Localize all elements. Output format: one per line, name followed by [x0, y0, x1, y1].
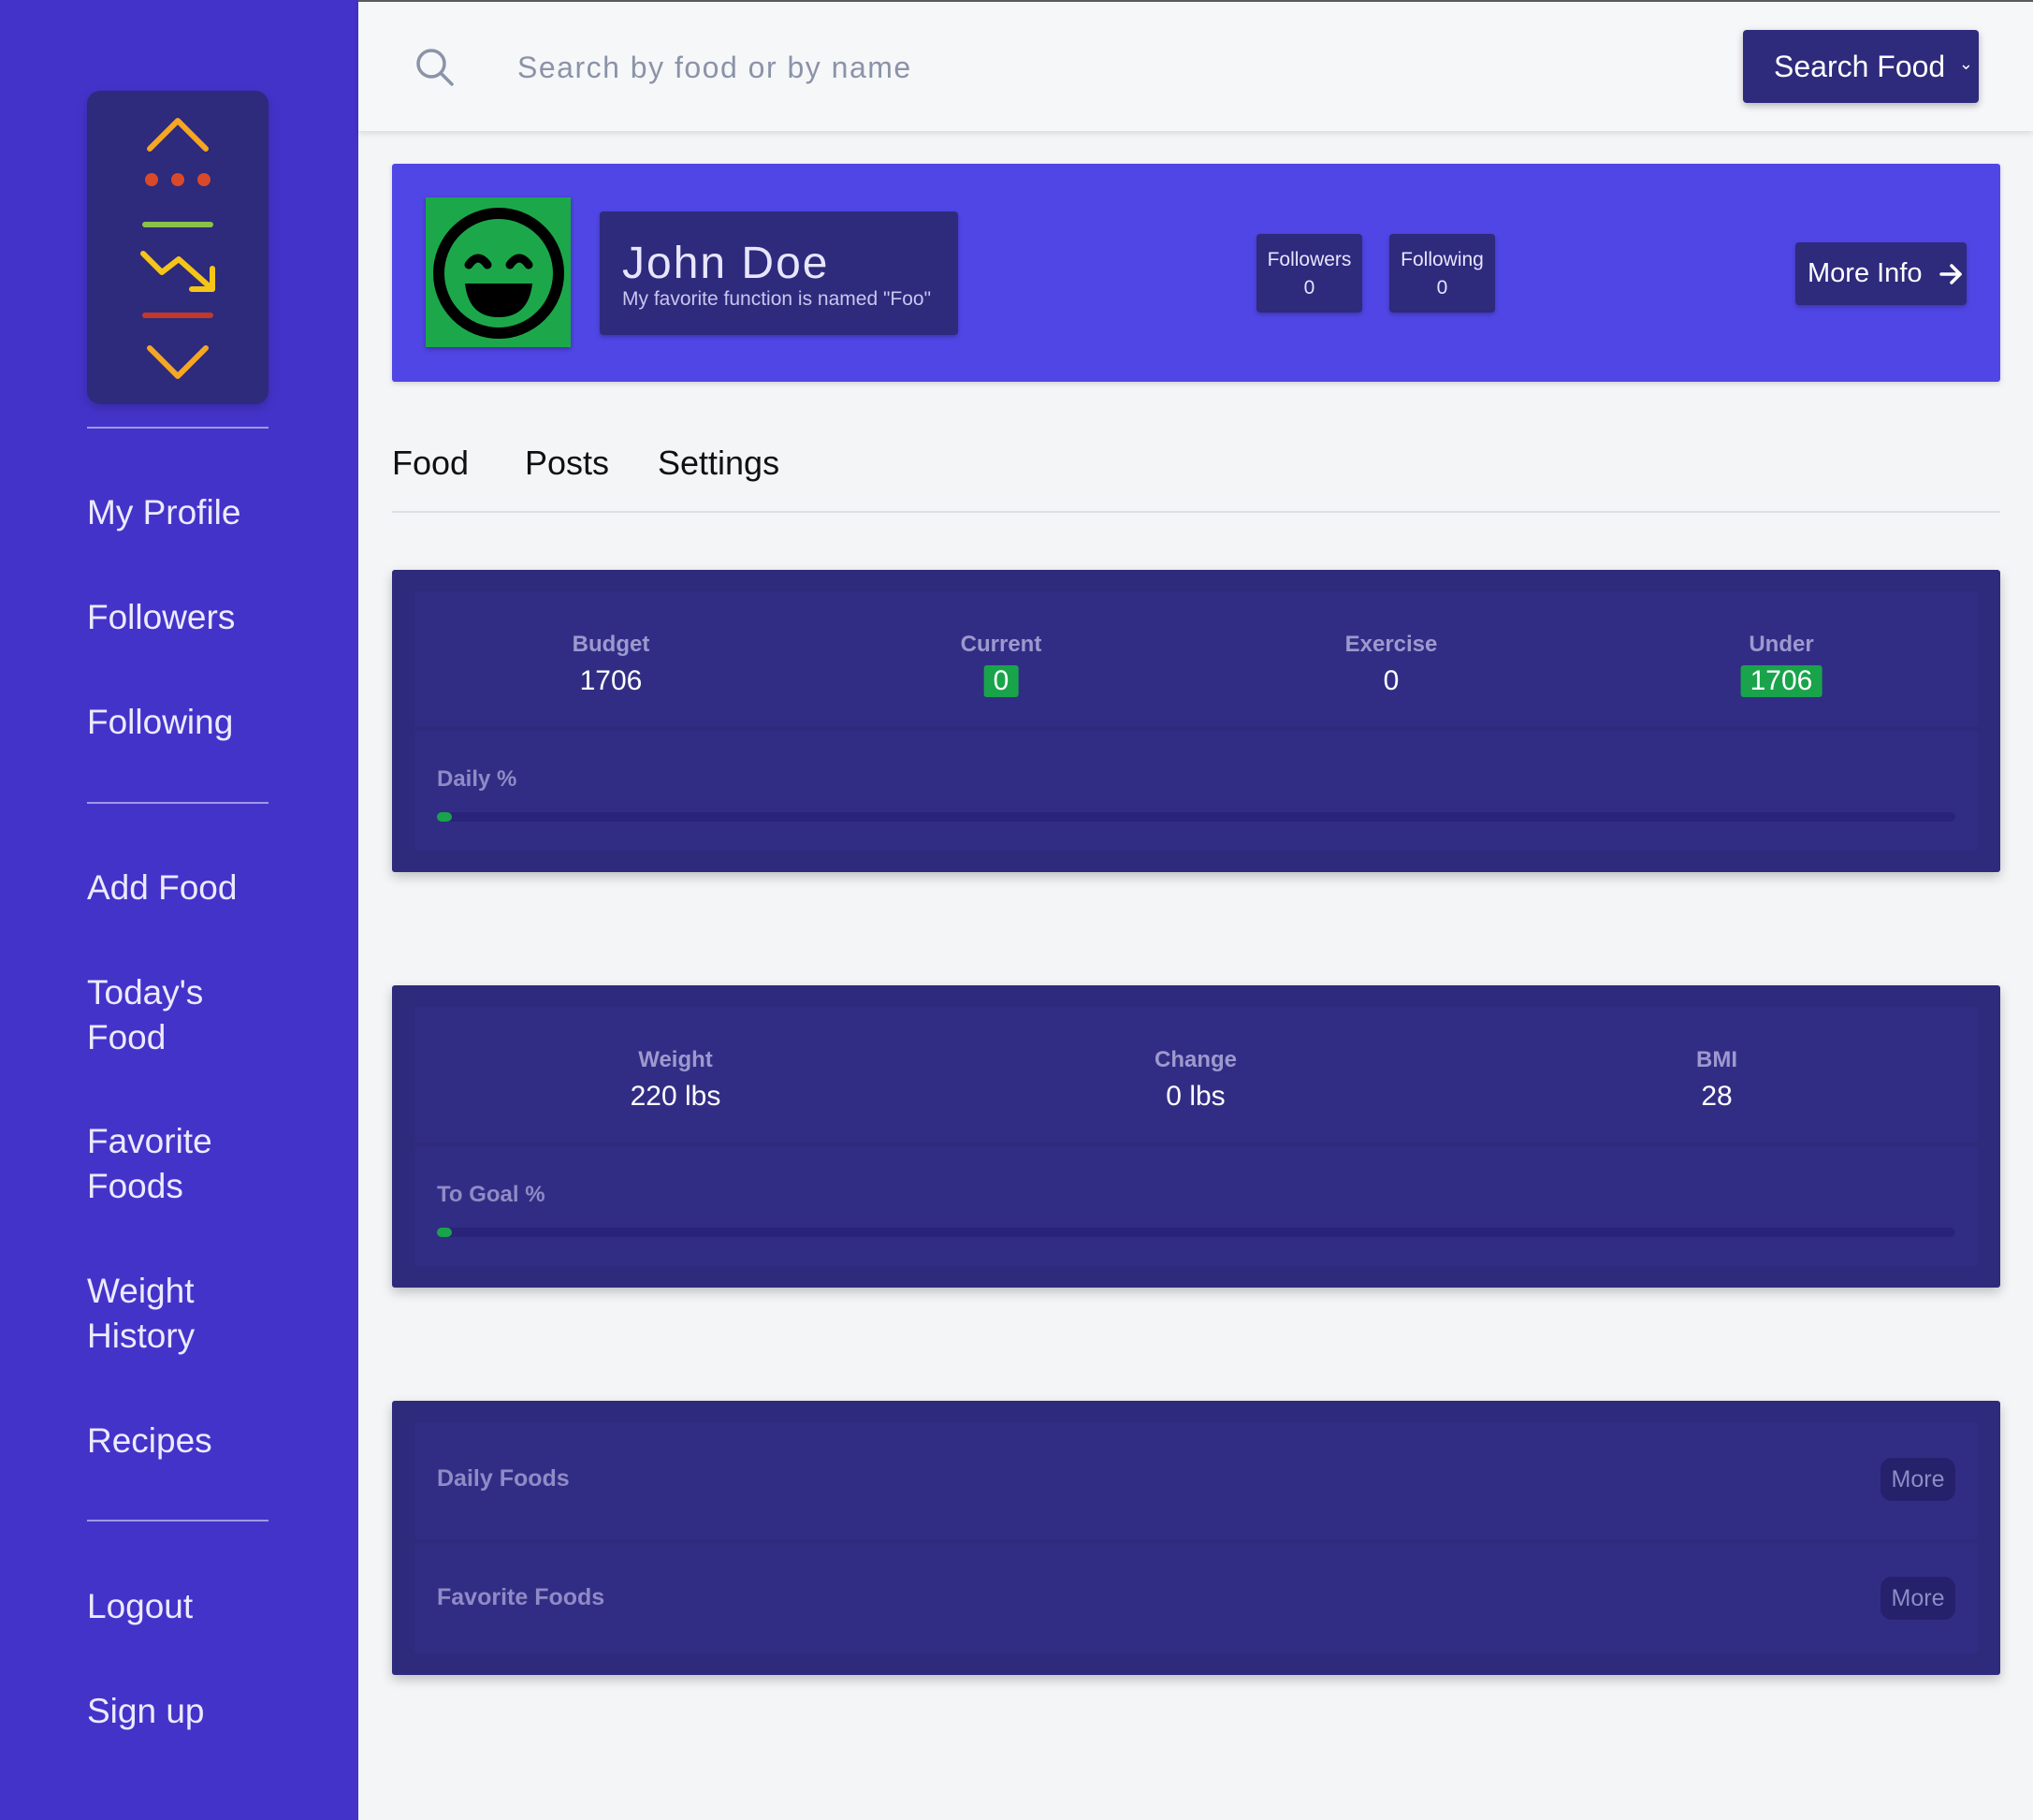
app-logo[interactable]	[87, 91, 269, 404]
followers-chip[interactable]: Followers 0	[1256, 234, 1362, 313]
tab-settings[interactable]: Settings	[658, 444, 779, 483]
favorite-foods-more-button[interactable]: More	[1881, 1577, 1955, 1620]
under-stat: Under 1706	[1740, 632, 1822, 697]
daily-progress-bar	[437, 812, 1955, 822]
exercise-label: Exercise	[1344, 632, 1438, 657]
daily-foods-more-button[interactable]: More	[1881, 1458, 1955, 1501]
profile-name: John Doe	[622, 239, 830, 288]
profile-name-card: John Doe My favorite function is named "…	[600, 211, 958, 335]
exercise-value: 0	[1383, 665, 1400, 696]
sidebar-item-logout[interactable]: Logout	[87, 1584, 330, 1629]
budget-label: Budget	[572, 632, 650, 657]
profile-bio: My favorite function is named "Foo"	[622, 288, 932, 310]
daily-progress: Daily %	[414, 731, 1978, 851]
sidebar-item-label: Today's	[87, 973, 204, 1012]
arrow-right-icon	[1939, 263, 1962, 284]
smiley-face-icon	[433, 208, 564, 339]
weight-label: Weight	[638, 1047, 713, 1072]
weight-stat: Weight 220 lbs	[621, 1047, 731, 1113]
change-label: Change	[1154, 1047, 1238, 1072]
following-count: 0	[1436, 277, 1448, 298]
following-label: Following	[1401, 249, 1484, 270]
goal-progress-fill	[437, 1228, 452, 1237]
goal-progress-label: To Goal %	[437, 1182, 545, 1207]
more-info-label: More Info	[1808, 258, 1923, 288]
tab-posts[interactable]: Posts	[525, 444, 609, 483]
budget-value: 1706	[579, 665, 643, 696]
daily-foods-row: Daily Foods More	[414, 1422, 1978, 1539]
sidebar-divider	[87, 427, 269, 429]
current-value: 0	[983, 665, 1019, 697]
sidebar-item-recipes[interactable]: Recipes	[87, 1419, 330, 1463]
profile-tabs: Food Posts Settings	[392, 438, 2000, 513]
sidebar-item-label: Foods	[87, 1167, 183, 1205]
change-stat: Change 0 lbs	[1154, 1047, 1237, 1113]
sidebar: My Profile Followers Following Add Food …	[0, 0, 358, 1820]
favorite-foods-row: Favorite Foods More	[414, 1543, 1978, 1653]
change-value: 0 lbs	[1166, 1081, 1226, 1112]
weight-stats: Weight 220 lbs Change 0 lbs BMI 28	[414, 1007, 1978, 1143]
bmi-label: BMI	[1696, 1047, 1737, 1072]
favorite-foods-label: Favorite Foods	[437, 1584, 605, 1610]
sidebar-item-following[interactable]: Following	[87, 700, 330, 745]
sidebar-item-label: Favorite	[87, 1122, 212, 1160]
search-input[interactable]	[517, 39, 1359, 95]
foods-panel: Daily Foods More Favorite Foods More	[392, 1401, 2000, 1675]
calorie-stats: Budget 1706 Current 0 Exercise 0 Under 1…	[414, 591, 1978, 727]
sidebar-item-todays-food[interactable]: Today's Food	[87, 970, 330, 1060]
sidebar-item-favorite-foods[interactable]: Favorite Foods	[87, 1119, 330, 1209]
search-food-button[interactable]: Search Food ⌄	[1743, 30, 1979, 103]
sidebar-divider	[87, 1520, 269, 1522]
chevron-down-icon[interactable]: ⌄	[1959, 54, 1973, 74]
daily-foods-label: Daily Foods	[437, 1465, 570, 1492]
budget-stat: Budget 1706	[571, 632, 652, 697]
search-food-button-label: Search Food	[1774, 49, 1946, 83]
sidebar-item-label: History	[87, 1317, 196, 1355]
under-label: Under	[1749, 632, 1814, 657]
sidebar-item-sign-up[interactable]: Sign up	[87, 1689, 330, 1734]
weight-summary-panel: Weight 220 lbs Change 0 lbs BMI 28 To Go…	[392, 985, 2000, 1288]
exercise-stat: Exercise 0	[1345, 632, 1438, 697]
daily-progress-label: Daily %	[437, 766, 517, 792]
search-icon[interactable]	[414, 47, 456, 88]
current-label: Current	[960, 632, 1042, 657]
sidebar-divider	[87, 802, 269, 804]
sidebar-item-label: Weight	[87, 1272, 195, 1310]
sidebar-item-add-food[interactable]: Add Food	[87, 866, 330, 910]
top-bar: Search Food ⌄	[358, 0, 2033, 131]
current-stat: Current 0	[960, 632, 1042, 697]
bmi-stat: BMI 28	[1692, 1047, 1741, 1113]
sidebar-item-weight-history[interactable]: Weight History	[87, 1269, 330, 1359]
weight-value: 220 lbs	[630, 1081, 721, 1112]
sidebar-item-my-profile[interactable]: My Profile	[87, 490, 330, 535]
goal-progress-bar	[437, 1228, 1955, 1237]
followers-count: 0	[1303, 277, 1315, 298]
logo-icon	[140, 118, 215, 379]
sidebar-item-label: Food	[87, 1018, 167, 1056]
following-chip[interactable]: Following 0	[1389, 234, 1495, 313]
bmi-value: 28	[1701, 1081, 1733, 1112]
profile-banner: John Doe My favorite function is named "…	[392, 164, 2000, 382]
under-value: 1706	[1740, 665, 1822, 697]
sidebar-item-followers[interactable]: Followers	[87, 595, 330, 640]
avatar	[426, 197, 571, 347]
calorie-summary-panel: Budget 1706 Current 0 Exercise 0 Under 1…	[392, 570, 2000, 872]
followers-label: Followers	[1267, 249, 1352, 270]
tab-food[interactable]: Food	[392, 444, 469, 483]
more-info-button[interactable]: More Info	[1795, 242, 1967, 305]
daily-progress-fill	[437, 812, 452, 822]
goal-progress: To Goal %	[414, 1146, 1978, 1266]
